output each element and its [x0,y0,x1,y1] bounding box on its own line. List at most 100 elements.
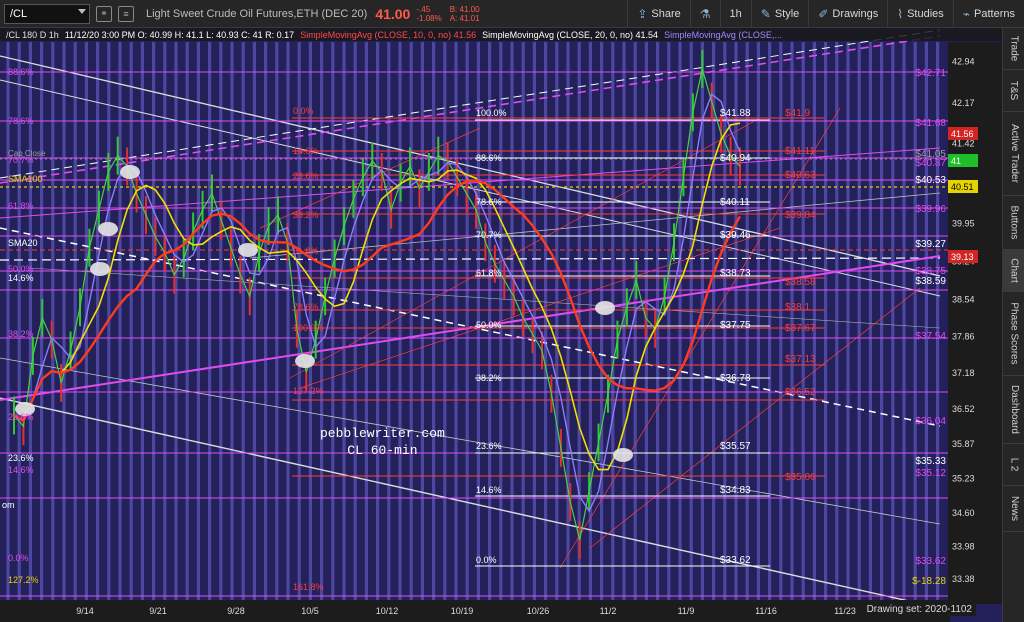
price-axis-tick: 37.86 [952,331,975,341]
red-fib-label: 61.8% [293,246,319,256]
right-level-label: $35.12 [915,468,946,479]
center-fib-value: $40.94 [720,153,751,164]
time-axis-tick: 9/28 [227,606,245,616]
left-fib-label: 14.6% [8,273,34,283]
right-level-label: $36.04 [915,416,946,427]
drawings-button[interactable]: ✐ Drawings [808,0,887,28]
interval-button[interactable]: 1h [719,0,751,28]
sma50-readout: SimpleMovingAvg (CLOSE,... [664,29,782,40]
price-tag-label: 40.51 [951,182,974,192]
center-fib-value: $33.62 [720,555,751,566]
red-fib-label: 78.6% [293,302,319,312]
ask-price: A: 41.01 [449,13,480,23]
price-axis-tick: 33.98 [952,541,975,551]
right-level-label: $40.87 [915,158,946,169]
center-fib-label: 70.7% [476,230,502,240]
red-fib-value: $37.13 [785,354,816,365]
left-cut-label: om [2,500,15,510]
left-fib-label: 38.2% [8,329,34,339]
red-fib-value: $35.06 [785,472,816,483]
time-axis-tick: 11/16 [755,606,777,616]
sidebar-tab-buttons[interactable]: Buttons [1003,196,1024,250]
studies-label: Studies [907,7,944,20]
red-fib-value: $40.63 [785,170,816,181]
sidebar-tab-trade[interactable]: Trade [1003,28,1024,70]
sma20-label: SMA20 [8,238,38,248]
ohlc-readout: 11/12/20 3:00 PM O: 40.99 H: 41.1 L: 40.… [64,29,295,40]
right-level-label: $39.27 [915,239,946,250]
red-fib-value: $41.11 [785,146,815,157]
price-axis-tick: 35.23 [952,474,975,484]
time-axis-background [0,600,950,622]
right-level-label: $41.68 [915,118,946,129]
sidebar-tab-chart[interactable]: Chart [1003,250,1024,292]
sidebar-tab-label: Chart [1008,258,1020,283]
right-level-label: $33.62 [915,556,946,567]
price-axis-tick: 38.54 [952,295,975,305]
sidebar-tab-t-s[interactable]: T&S [1003,70,1024,112]
center-fib-value: $41.88 [720,108,751,119]
right-level-label: $37.54 [915,331,946,342]
cap-close-label: Cap Close [8,149,46,158]
time-axis-tick: 11/9 [678,606,695,616]
time-axis-tick: 11/2 [600,606,617,616]
sidebar-tab-phase-scores[interactable]: Phase Scores [1003,292,1024,376]
left-fib-label: 23.6% [8,412,34,422]
sidebar-tab-news[interactable]: News [1003,486,1024,532]
sidebar-tab-active-trader[interactable]: Active Trader [1003,112,1024,196]
time-axis-tick: 11/23 [834,606,856,616]
style-icon: ✎ [760,6,771,21]
red-fib-label: 161.8% [293,582,324,592]
right-level-label: $40.53 [915,175,946,186]
watermark-caption: CL 60-min [347,443,418,458]
time-axis-tick: 10/26 [527,606,550,616]
red-fib-value: $38.58 [785,277,816,288]
center-fib-label: 78.6% [476,197,502,207]
symbol-dropdown-icon[interactable] [78,8,86,14]
share-button[interactable]: ⇪ Share [627,0,689,28]
price-chart[interactable]: 88.6% 78.6% 70.7% 61.8% 50.0% 38.2% 23.6% 23.6%… [0,28,1002,622]
share-icon: ⇪ [637,6,648,21]
center-fib-value: $36.78 [720,373,751,384]
red-fib-label: 0.0% [293,106,314,116]
flask-icon: ⚗ [699,6,711,21]
highlight-ellipse [595,301,615,315]
price-axis-background [948,42,1002,604]
drawings-icon: ✐ [818,6,829,21]
center-fib-value: $37.75 [720,320,751,331]
flask-button[interactable]: ⚗ [689,0,720,28]
price-axis-tick: 37.18 [952,368,975,378]
sidebar-tab-label: Trade [1008,35,1020,62]
right-level-label: $38.59 [915,276,946,287]
settings-icon[interactable]: ≡ [118,5,134,22]
sma10-readout: SimpleMovingAvg (CLOSE, 10, 0, no) 41.56 [300,29,477,40]
chart-symbol-desc: /CL 180 D 1h [6,29,59,40]
symbol-input[interactable]: /CL [4,3,90,24]
chart-header: /CL 180 D 1h 11/12/20 3:00 PM O: 40.99 H… [6,28,782,41]
center-fib-value: $34.83 [720,485,751,496]
price-tag-label: 39.13 [951,252,974,262]
center-fib-value: $35.57 [720,441,751,452]
highlight-ellipse [238,243,258,257]
sidebar-tab-dashboard[interactable]: Dashboard [1003,376,1024,444]
center-fib-label: 23.6% [476,441,502,451]
red-fib-value: $41.9 [785,108,810,119]
style-button[interactable]: ✎ Style [750,0,809,28]
patterns-button[interactable]: ⌁ Patterns [952,0,1024,28]
app-window: /CL ⚭ ≡ Light Sweet Crude Oil Futures,ET… [0,0,1024,622]
studies-button[interactable]: ⌇ Studies [887,0,953,28]
link-icon[interactable]: ⚭ [96,5,112,22]
red-fib-value: $37.67 [785,323,816,334]
sidebar-tab-label: Buttons [1008,205,1020,240]
style-label: Style [774,7,800,20]
drawing-set-label[interactable]: Drawing set: 2020-1102 [862,603,976,616]
sma20-readout: SimpleMovingAvg (CLOSE, 20, 0, no) 41.54 [482,29,659,40]
price-tag-label: 41 [951,156,961,166]
chart-canvas[interactable]: 88.6% 78.6% 70.7% 61.8% 50.0% 38.2% 23.6% 23.6%… [0,28,1002,622]
price-axis-tick: 36.52 [952,404,975,414]
symbol-text: /CL [10,7,28,20]
red-fib-value: $38.1 [785,302,810,313]
sidebar-tab-l-2[interactable]: L 2 [1003,444,1024,486]
highlight-ellipse [90,262,110,276]
center-fib-label: 88.6% [476,153,502,163]
